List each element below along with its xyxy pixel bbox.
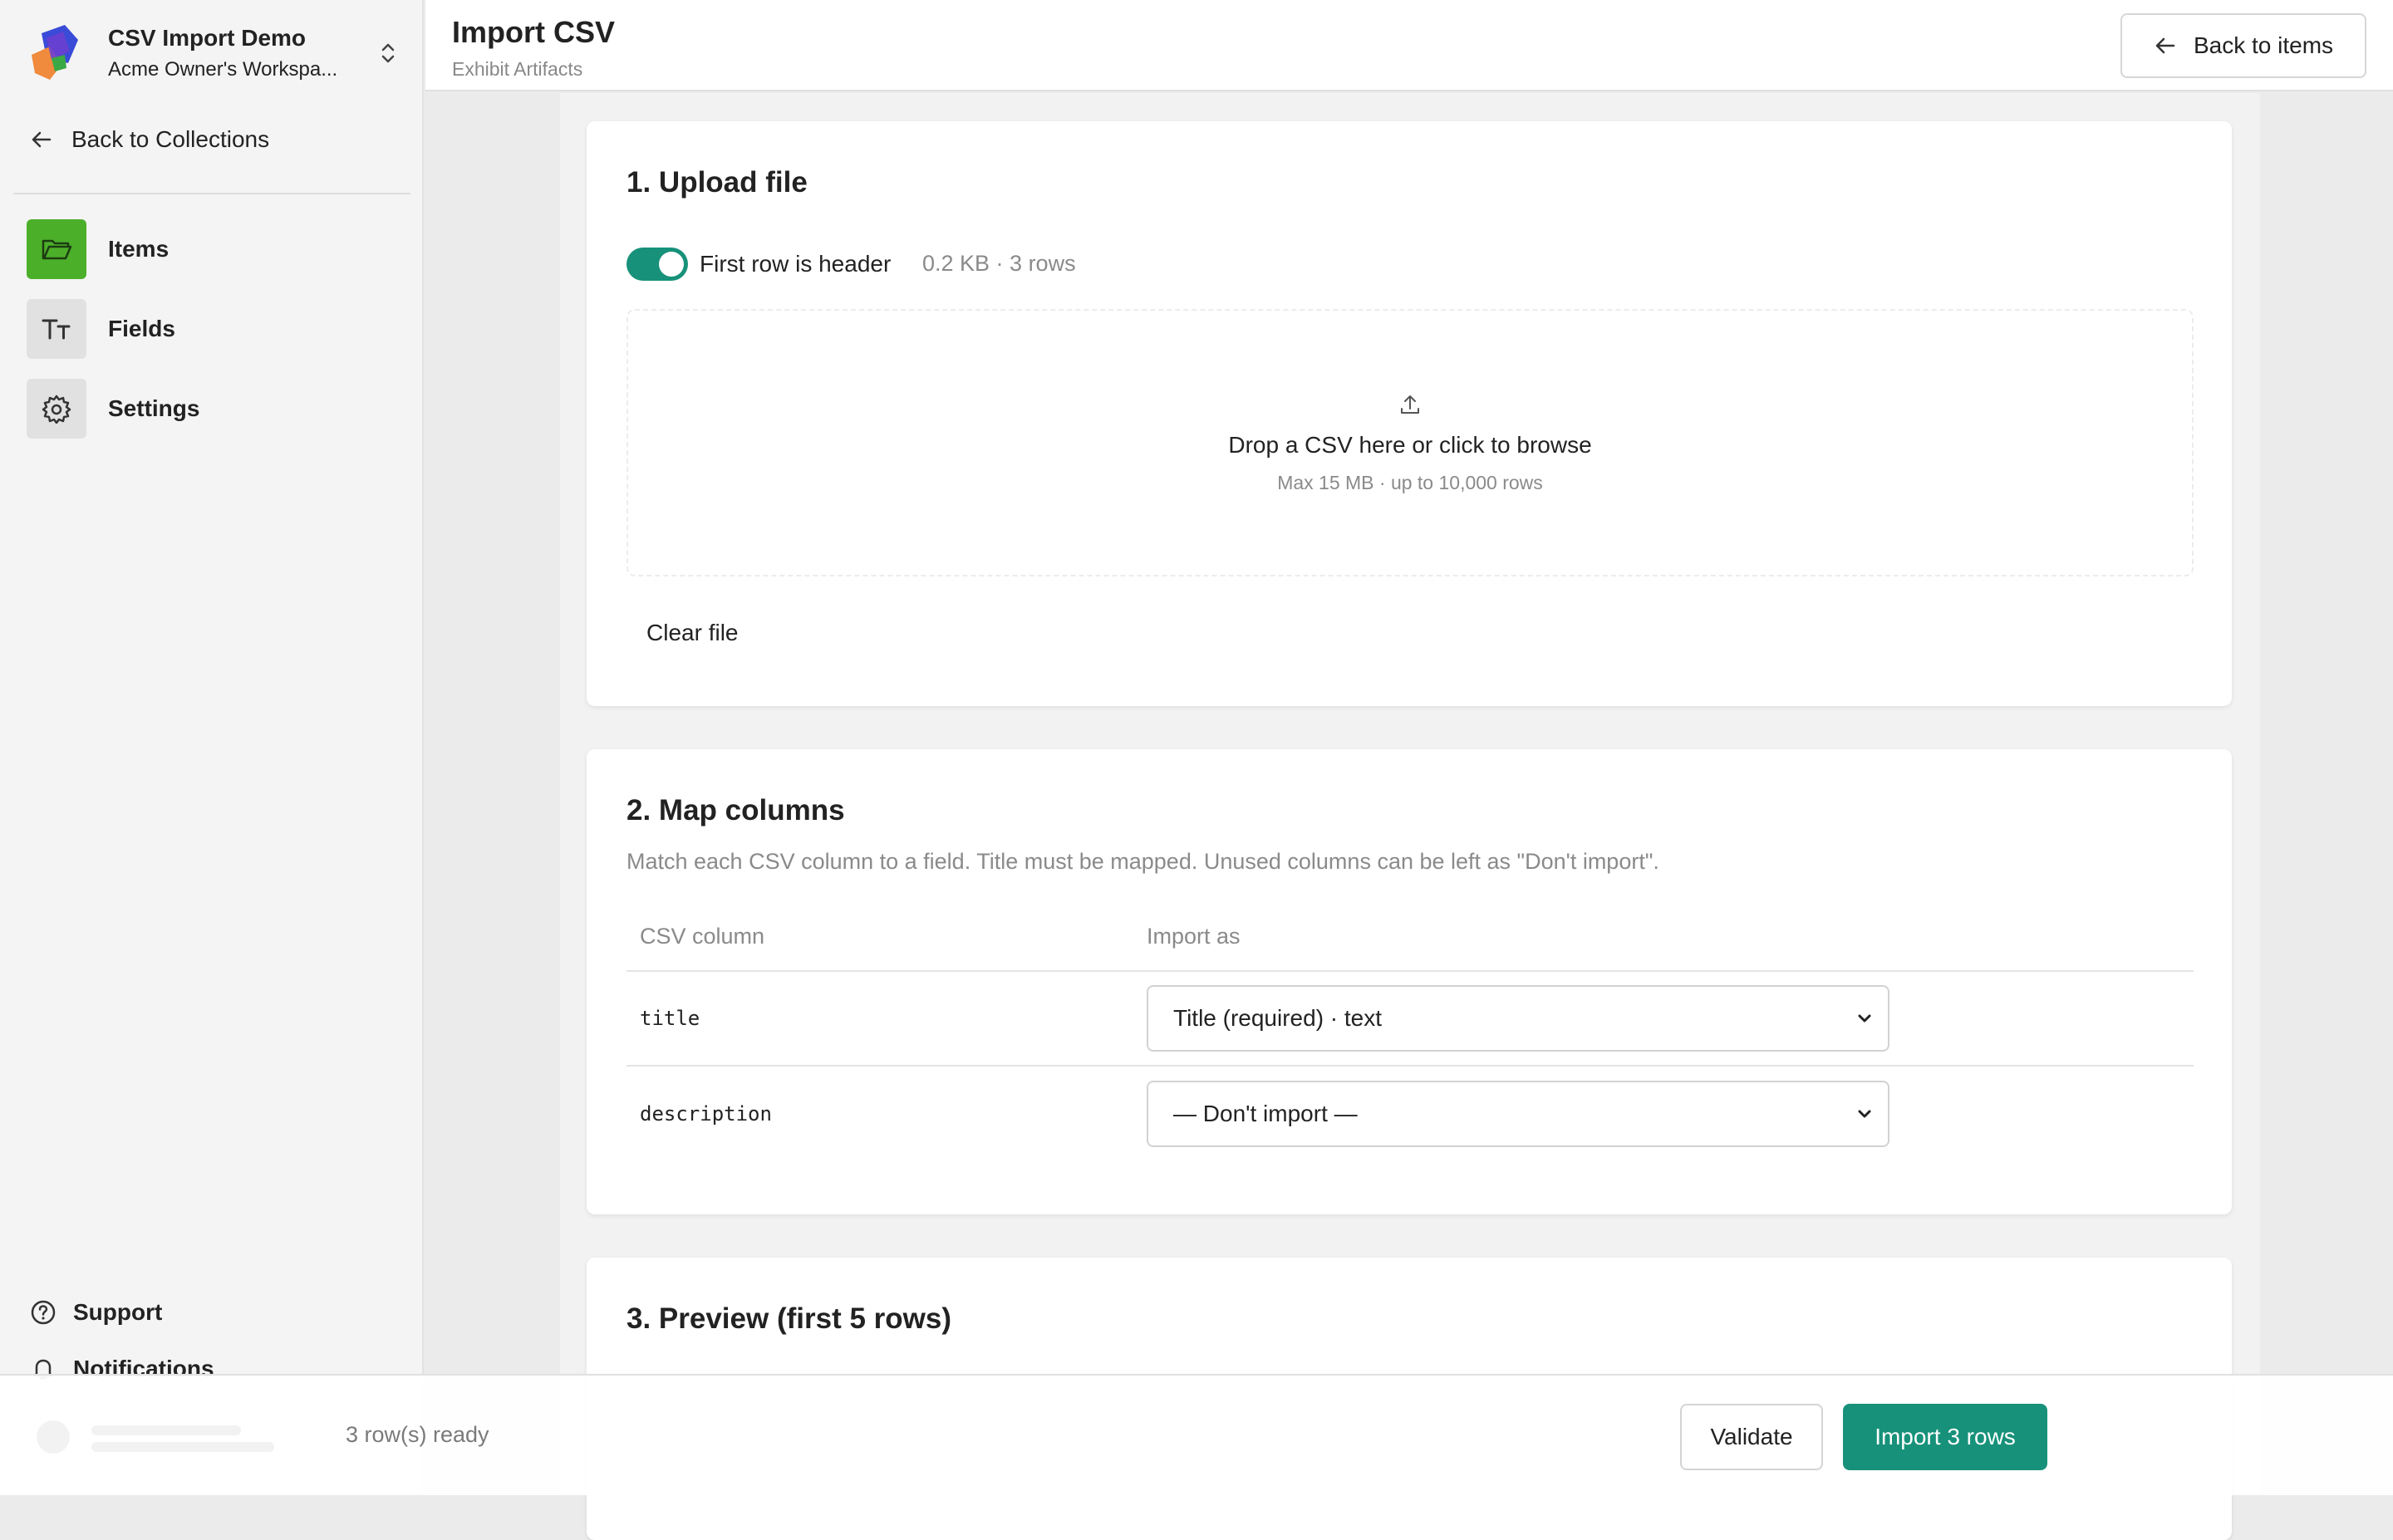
first-row-header-label: First row is header <box>700 251 892 277</box>
support-label: Support <box>73 1299 163 1325</box>
field-select-value: Title (required) · text <box>1173 1005 1383 1031</box>
dropzone-text: Drop a CSV here or click to browse <box>1228 431 1592 458</box>
gear-icon <box>27 379 86 439</box>
back-to-collections-label: Back to Collections <box>71 126 270 152</box>
field-select-value: — Don't import — <box>1173 1101 1358 1126</box>
sidebar-nav: Items Fields Settings <box>27 219 199 459</box>
folder-icon <box>27 219 86 279</box>
app-logo-icon <box>32 25 78 80</box>
support-link[interactable]: Support <box>30 1296 214 1329</box>
import-as-header: Import as <box>1147 923 1241 949</box>
first-row-header-toggle[interactable] <box>627 248 688 281</box>
file-meta: 0.2 KB · 3 rows <box>922 251 1076 276</box>
workspace-subtitle: Acme Owner's Workspa... <box>108 58 338 81</box>
map-columns-description: Match each CSV column to a field. Title … <box>627 849 1659 874</box>
import-footer: 3 row(s) ready Validate Import 3 rows <box>0 1374 2393 1495</box>
table-row: title Title (required) · text <box>627 972 2194 1067</box>
page-header: Import CSV Exhibit Artifacts Back to ite… <box>425 0 2393 91</box>
chevron-up-down-icon <box>381 43 395 63</box>
sidebar-item-label: Items <box>108 236 170 262</box>
page-title: Import CSV <box>452 15 616 49</box>
chevron-down-icon <box>1858 1110 1871 1118</box>
sidebar-divider <box>13 193 410 194</box>
validate-button[interactable]: Validate <box>1680 1404 1823 1470</box>
import-rows-button[interactable]: Import 3 rows <box>1843 1404 2047 1470</box>
help-circle-icon <box>31 1300 56 1325</box>
dropzone-hint: Max 15 MB · up to 10,000 rows <box>1277 471 1543 493</box>
map-columns-title: 2. Map columns <box>627 794 845 826</box>
upload-title: 1. Upload file <box>627 166 808 199</box>
clear-file-button[interactable]: Clear file <box>646 620 738 646</box>
field-select[interactable]: — Don't import — <box>1147 1081 1889 1147</box>
csv-column-name: description <box>640 1102 772 1126</box>
page-subtitle: Exhibit Artifacts <box>452 58 583 80</box>
sidebar-item-settings[interactable]: Settings <box>27 379 199 439</box>
arrow-left-icon <box>2155 37 2175 54</box>
field-select[interactable]: Title (required) · text <box>1147 985 1889 1052</box>
footer-backdrop <box>33 1417 283 1464</box>
sidebar-item-items[interactable]: Items <box>27 219 199 279</box>
sidebar-item-label: Fields <box>108 316 175 341</box>
sidebar: CSV Import Demo Acme Owner's Workspa... … <box>0 0 424 1495</box>
map-columns-card: 2. Map columns Match each CSV column to … <box>587 749 2232 1214</box>
arrow-left-icon <box>32 131 52 148</box>
column-mapping-table: CSV column Import as title Title (requir… <box>627 902 2194 1161</box>
back-to-items-button[interactable]: Back to items <box>2120 13 2366 78</box>
table-row: description — Don't import — <box>627 1067 2194 1161</box>
workspace-name: CSV Import Demo <box>108 25 307 51</box>
table-header: CSV column Import as <box>627 902 2194 972</box>
csv-column-header: CSV column <box>640 923 765 949</box>
upload-card: 1. Upload file First row is header 0.2 K… <box>587 121 2232 706</box>
chevron-down-icon <box>1858 1014 1871 1023</box>
workspace-switcher[interactable]: CSV Import Demo Acme Owner's Workspa... <box>27 22 400 85</box>
back-to-collections-link[interactable]: Back to Collections <box>30 126 269 153</box>
csv-column-name: title <box>640 1007 700 1030</box>
text-type-icon <box>27 299 86 359</box>
preview-title: 3. Preview (first 5 rows) <box>627 1302 951 1335</box>
sidebar-item-fields[interactable]: Fields <box>27 299 199 359</box>
rows-ready-status: 3 row(s) ready <box>346 1422 489 1447</box>
sidebar-item-label: Settings <box>108 395 200 421</box>
upload-icon <box>1401 395 1419 414</box>
back-to-items-label: Back to items <box>2193 32 2334 58</box>
csv-dropzone[interactable]: Drop a CSV here or click to browse Max 1… <box>627 309 2194 576</box>
